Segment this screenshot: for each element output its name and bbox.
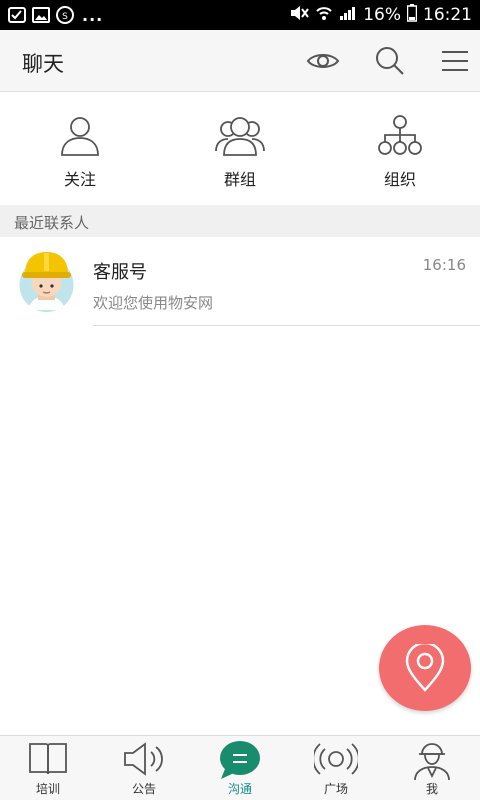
bottom-nav: 培训 公告 沟通 广场 我 [0, 735, 480, 800]
organization-label: 组织 [383, 170, 416, 189]
nav-communication[interactable]: 沟通 [192, 736, 288, 800]
nav-announcement-label: 公告 [131, 782, 156, 796]
follow-action[interactable]: 关注 [0, 93, 160, 205]
contact-time: 16:16 [422, 256, 466, 274]
recent-contacts-header: 最近联系人 [0, 205, 480, 237]
recent-contacts-title: 最近联系人 [14, 214, 90, 232]
more-notifications: ... [82, 5, 104, 25]
nav-training-label: 培训 [35, 782, 60, 796]
signal-icon [339, 5, 357, 26]
group-icon [215, 117, 265, 156]
menu-button[interactable] [438, 45, 472, 77]
nav-me[interactable]: 我 [384, 736, 480, 800]
group-action[interactable]: 群组 [160, 93, 320, 205]
eye-button[interactable] [306, 45, 340, 77]
menu-icon [442, 51, 468, 71]
nav-communication-label: 沟通 [227, 782, 252, 796]
nav-announcement[interactable]: 公告 [96, 736, 192, 800]
group-label: 群组 [223, 170, 256, 189]
person-icon [61, 117, 99, 156]
nav-me-label: 我 [425, 782, 438, 796]
app-badge-icon: S [56, 6, 74, 24]
wifi-icon [315, 4, 333, 27]
checklist-icon [8, 7, 26, 23]
nav-training[interactable]: 培训 [0, 736, 96, 800]
clock: 16:21 [423, 5, 472, 25]
status-bar: S ... 16% 16:21 [0, 0, 480, 30]
avatar [18, 250, 75, 312]
mute-icon [289, 4, 310, 27]
list-divider [93, 325, 480, 326]
page-title: 聊天 [22, 52, 64, 76]
book-icon [29, 743, 67, 775]
org-chart-icon [378, 115, 422, 155]
contact-list-item[interactable]: 客服号 欢迎您使用物安网 16:16 [0, 237, 480, 327]
battery-icon [406, 3, 418, 27]
eye-icon [306, 54, 340, 68]
svg-text:S: S [62, 12, 68, 22]
image-icon [32, 7, 50, 23]
battery-percent: 16% [363, 5, 401, 25]
worker-icon [414, 743, 450, 780]
speaker-icon [124, 742, 163, 776]
status-left: S ... [0, 6, 103, 25]
organization-action[interactable]: 组织 [320, 93, 480, 205]
quick-actions: 关注 群组 组织 [0, 93, 480, 205]
contact-name: 客服号 [93, 262, 147, 283]
search-icon [376, 47, 404, 75]
nav-square[interactable]: 广场 [288, 736, 384, 800]
search-button[interactable] [373, 45, 407, 77]
broadcast-icon [314, 743, 358, 775]
location-icon [405, 644, 445, 692]
app-header: 聊天 [0, 30, 480, 92]
follow-label: 关注 [63, 170, 96, 189]
chat-icon [220, 741, 260, 779]
location-fab[interactable] [379, 625, 471, 711]
contact-last-message: 欢迎您使用物安网 [93, 294, 214, 312]
status-right: 16% 16:21 [289, 0, 472, 30]
nav-square-label: 广场 [323, 782, 348, 796]
